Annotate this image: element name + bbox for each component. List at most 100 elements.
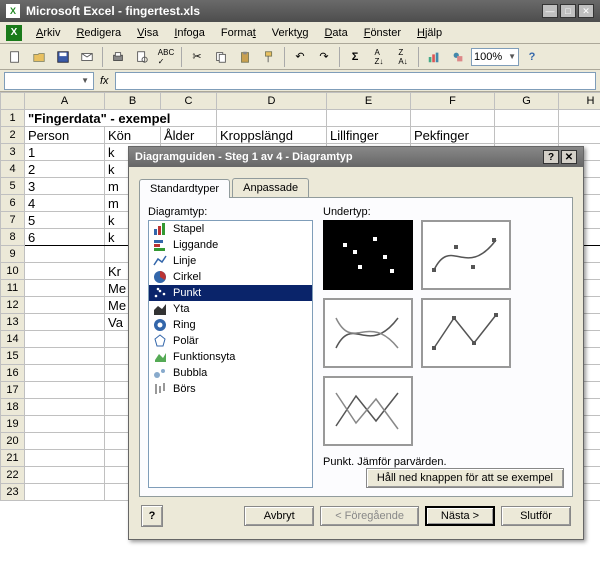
- save-button[interactable]: [52, 46, 74, 68]
- col-header-B[interactable]: B: [105, 93, 161, 110]
- charttype-punkt[interactable]: Punkt: [149, 285, 312, 301]
- row-header[interactable]: 8: [1, 229, 25, 246]
- redo-button[interactable]: ↷: [313, 46, 335, 68]
- row-header[interactable]: 7: [1, 212, 25, 229]
- format-painter-button[interactable]: [258, 46, 280, 68]
- formula-input[interactable]: [115, 72, 596, 90]
- charttype-cirkel[interactable]: Cirkel: [149, 269, 312, 285]
- row-header[interactable]: 1: [1, 110, 25, 127]
- subtype-scatter-markers[interactable]: [323, 220, 413, 290]
- cell[interactable]: Lillfinger: [327, 127, 411, 144]
- cell[interactable]: "Fingerdata" - exempel: [25, 110, 217, 127]
- fx-label[interactable]: fx: [100, 75, 109, 87]
- cell[interactable]: [495, 110, 559, 127]
- name-box[interactable]: ▼: [4, 72, 94, 90]
- row-header[interactable]: 19: [1, 416, 25, 433]
- charttype-polar[interactable]: Polär: [149, 333, 312, 349]
- cell[interactable]: 3: [25, 178, 105, 195]
- finish-button[interactable]: Slutför: [501, 506, 571, 526]
- dialog-close-button[interactable]: ✕: [561, 150, 577, 164]
- menu-hjalp[interactable]: Hjälp: [411, 25, 448, 41]
- chart-wizard-button[interactable]: [423, 46, 445, 68]
- cell[interactable]: 5: [25, 212, 105, 229]
- cell[interactable]: [327, 110, 411, 127]
- row-header[interactable]: 15: [1, 348, 25, 365]
- row-header[interactable]: 18: [1, 399, 25, 416]
- menu-data[interactable]: Data: [318, 25, 353, 41]
- print-button[interactable]: [107, 46, 129, 68]
- menu-arkiv[interactable]: Arkiv: [30, 25, 66, 41]
- row-header[interactable]: 16: [1, 365, 25, 382]
- subtype-scatter-smooth-markers[interactable]: [421, 220, 511, 290]
- col-header-E[interactable]: E: [327, 93, 411, 110]
- menu-infoga[interactable]: Infoga: [168, 25, 211, 41]
- open-button[interactable]: [28, 46, 50, 68]
- undo-button[interactable]: ↶: [289, 46, 311, 68]
- maximize-button[interactable]: □: [560, 4, 576, 18]
- help-button[interactable]: ?: [521, 46, 543, 68]
- minimize-button[interactable]: —: [542, 4, 558, 18]
- copy-button[interactable]: [210, 46, 232, 68]
- charttype-bors[interactable]: Börs: [149, 381, 312, 397]
- cell[interactable]: [25, 433, 105, 450]
- cell[interactable]: Kroppslängd: [217, 127, 327, 144]
- cell[interactable]: Ålder: [161, 127, 217, 144]
- cell[interactable]: [25, 246, 105, 263]
- zoom-select[interactable]: 100% ▼: [471, 48, 519, 66]
- cell[interactable]: Person: [25, 127, 105, 144]
- menu-format[interactable]: Format: [215, 25, 262, 41]
- subtype-scatter-lines-markers[interactable]: [421, 298, 511, 368]
- col-header-H[interactable]: H: [559, 93, 600, 110]
- row-header[interactable]: 3: [1, 144, 25, 161]
- menu-verktyg[interactable]: Verktyg: [266, 25, 315, 41]
- preview-button[interactable]: Håll ned knappen för att se exempel: [366, 468, 564, 488]
- row-header[interactable]: 21: [1, 450, 25, 467]
- paste-button[interactable]: [234, 46, 256, 68]
- menu-fonster[interactable]: Fönster: [358, 25, 407, 41]
- back-button[interactable]: < Föregående: [320, 506, 419, 526]
- sort-desc-button[interactable]: ZA↓: [392, 46, 414, 68]
- new-button[interactable]: [4, 46, 26, 68]
- row-header[interactable]: 2: [1, 127, 25, 144]
- cell[interactable]: [25, 348, 105, 365]
- row-header[interactable]: 14: [1, 331, 25, 348]
- tab-standardtyper[interactable]: Standardtyper: [139, 179, 230, 198]
- cell[interactable]: [411, 110, 495, 127]
- cell[interactable]: [25, 365, 105, 382]
- row-header[interactable]: 11: [1, 280, 25, 297]
- footer-help-button[interactable]: ?: [141, 505, 163, 527]
- cell[interactable]: [25, 280, 105, 297]
- subtype-scatter-smooth[interactable]: [323, 298, 413, 368]
- cell[interactable]: [559, 110, 600, 127]
- col-header-F[interactable]: F: [411, 93, 495, 110]
- row-header[interactable]: 22: [1, 467, 25, 484]
- cell[interactable]: 4: [25, 195, 105, 212]
- cell[interactable]: [25, 297, 105, 314]
- row-header[interactable]: 13: [1, 314, 25, 331]
- col-header-C[interactable]: C: [161, 93, 217, 110]
- row-header[interactable]: 4: [1, 161, 25, 178]
- cancel-button[interactable]: Avbryt: [244, 506, 314, 526]
- cell[interactable]: [25, 331, 105, 348]
- print-preview-button[interactable]: [131, 46, 153, 68]
- row-header[interactable]: 20: [1, 433, 25, 450]
- cell[interactable]: [559, 127, 600, 144]
- cell[interactable]: [25, 399, 105, 416]
- subtype-scatter-lines[interactable]: [323, 376, 413, 446]
- col-header-D[interactable]: D: [217, 93, 327, 110]
- cell[interactable]: Kön: [105, 127, 161, 144]
- close-button[interactable]: ✕: [578, 4, 594, 18]
- row-header[interactable]: 5: [1, 178, 25, 195]
- row-header[interactable]: 23: [1, 484, 25, 501]
- cell[interactable]: [25, 416, 105, 433]
- cell[interactable]: [25, 484, 105, 501]
- row-header[interactable]: 6: [1, 195, 25, 212]
- select-all-corner[interactable]: [1, 93, 25, 110]
- charttype-ring[interactable]: Ring: [149, 317, 312, 333]
- dialog-titlebar[interactable]: Diagramguiden - Steg 1 av 4 - Diagramtyp…: [129, 147, 583, 167]
- charttype-funktionsyta[interactable]: Funktionsyta: [149, 349, 312, 365]
- row-header[interactable]: 10: [1, 263, 25, 280]
- cell[interactable]: [25, 314, 105, 331]
- cell[interactable]: [25, 467, 105, 484]
- charttype-bubbla[interactable]: Bubbla: [149, 365, 312, 381]
